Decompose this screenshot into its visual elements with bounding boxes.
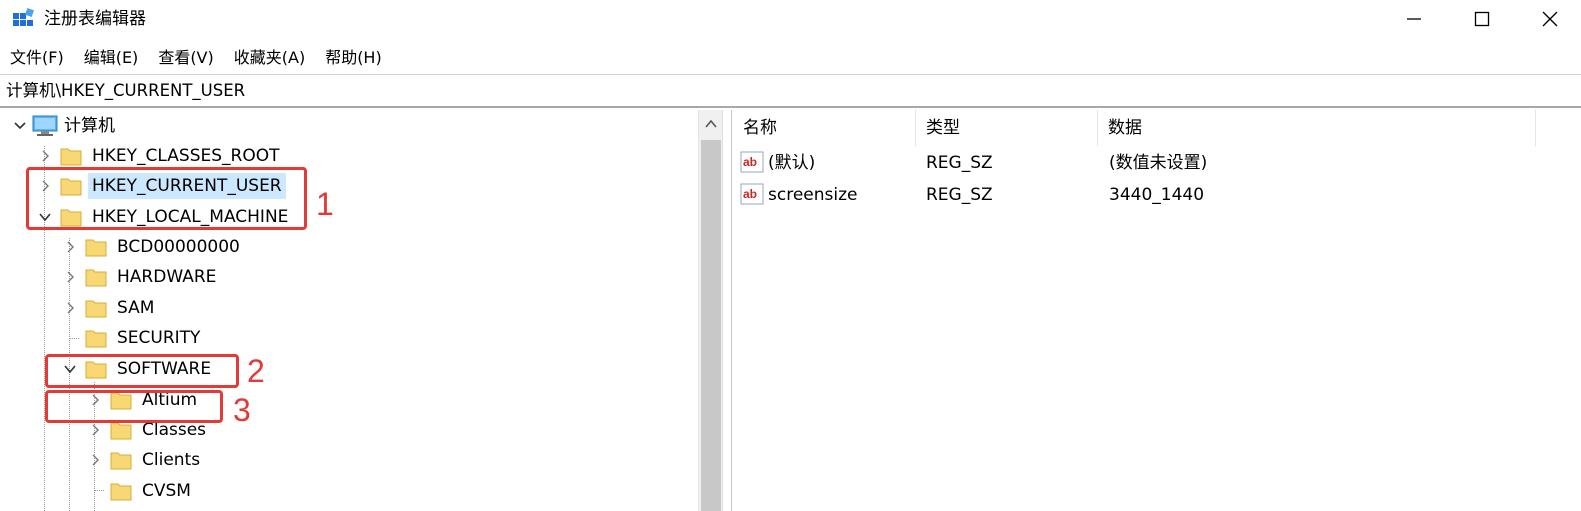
- tree-item[interactable]: CVSM: [110, 476, 195, 506]
- annotation-box-2: [45, 354, 239, 388]
- value-data: 3440_1440: [1109, 185, 1205, 205]
- tree-scrollbar[interactable]: [698, 110, 722, 511]
- chevron-down-icon[interactable]: [12, 118, 28, 134]
- tree-item-computer[interactable]: 计算机: [12, 111, 119, 141]
- column-header-name[interactable]: 名称: [733, 110, 916, 146]
- tree-label: SECURITY: [117, 328, 201, 348]
- chevron-right-icon[interactable]: [63, 270, 77, 284]
- folder-icon: [85, 300, 107, 318]
- tree-label: BCD00000000: [117, 237, 240, 257]
- annotation-number-3: 3: [233, 392, 251, 428]
- string-value-icon: ab: [740, 183, 764, 205]
- minimize-button[interactable]: [1380, 0, 1448, 38]
- folder-icon: [85, 269, 107, 287]
- menu-file[interactable]: 文件(F): [0, 44, 74, 72]
- tree-label: HARDWARE: [117, 267, 217, 287]
- scroll-up-button[interactable]: [699, 110, 723, 138]
- value-name: (默认): [768, 153, 816, 173]
- close-icon: [1542, 11, 1558, 27]
- annotation-number-2: 2: [247, 353, 265, 389]
- folder-icon: [110, 483, 132, 501]
- svg-text:ab: ab: [743, 155, 757, 169]
- chevron-up-icon: [705, 119, 717, 128]
- chevron-right-icon[interactable]: [88, 423, 102, 437]
- maximize-button[interactable]: [1448, 0, 1516, 38]
- string-value-icon: ab: [740, 151, 764, 173]
- tree-item[interactable]: Clients: [88, 445, 204, 475]
- tree-item[interactable]: SAM: [63, 293, 158, 323]
- tree-label: CVSM: [142, 481, 191, 501]
- tree-connector: [69, 338, 79, 339]
- tree-label: HKEY_CLASSES_ROOT: [92, 146, 280, 166]
- value-type: REG_SZ: [926, 185, 993, 205]
- value-row[interactable]: ab screensize REG_SZ 3440_1440: [733, 179, 1536, 211]
- annotation-number-1: 1: [316, 186, 334, 222]
- computer-icon: [32, 115, 58, 136]
- tree-connector: [94, 490, 104, 491]
- tree-item[interactable]: BCD00000000: [63, 232, 244, 262]
- value-data: (数值未设置): [1109, 153, 1208, 173]
- title-bar: 注册表编辑器: [0, 0, 1581, 38]
- chevron-right-icon[interactable]: [88, 453, 102, 467]
- registry-editor-icon: [13, 8, 34, 26]
- folder-icon: [85, 239, 107, 257]
- folder-icon: [110, 452, 132, 470]
- pane-splitter[interactable]: [722, 110, 732, 511]
- folder-icon: [60, 148, 82, 166]
- tree-item[interactable]: SECURITY: [85, 323, 204, 353]
- menu-favorites[interactable]: 收藏夹(A): [224, 44, 315, 72]
- menu-bar: 文件(F) 编辑(E) 查看(V) 收藏夹(A) 帮助(H): [0, 44, 392, 72]
- value-name: screensize: [768, 185, 858, 205]
- menu-help[interactable]: 帮助(H): [315, 44, 392, 72]
- close-button[interactable]: [1516, 0, 1581, 38]
- tree-label: 计算机: [64, 116, 115, 136]
- svg-text:ab: ab: [743, 187, 757, 201]
- maximize-icon: [1474, 11, 1490, 27]
- folder-icon: [110, 422, 132, 440]
- tree-label: Clients: [142, 450, 201, 470]
- address-path[interactable]: 计算机\HKEY_CURRENT_USER: [6, 79, 245, 103]
- value-row[interactable]: ab (默认) REG_SZ (数值未设置): [733, 147, 1536, 179]
- column-header-data[interactable]: 数据: [1098, 110, 1536, 146]
- scrollbar-thumb[interactable]: [701, 140, 721, 511]
- column-header-type[interactable]: 类型: [916, 110, 1098, 146]
- annotation-box-3: [45, 390, 223, 423]
- tree-item[interactable]: HARDWARE: [63, 262, 220, 292]
- menu-edit[interactable]: 编辑(E): [74, 44, 149, 72]
- menu-view[interactable]: 查看(V): [148, 44, 223, 72]
- chevron-right-icon[interactable]: [38, 149, 52, 163]
- chevron-right-icon[interactable]: [63, 240, 77, 254]
- address-bar[interactable]: 计算机\HKEY_CURRENT_USER: [0, 74, 1581, 108]
- chevron-right-icon[interactable]: [63, 301, 77, 315]
- folder-icon: [85, 330, 107, 348]
- minimize-icon: [1407, 18, 1421, 20]
- tree-label: SAM: [117, 298, 155, 318]
- value-type: REG_SZ: [926, 153, 993, 173]
- window-title: 注册表编辑器: [44, 9, 146, 29]
- values-pane: 名称 类型 数据 ab (默认) REG_SZ (数值未设置) ab scree…: [733, 110, 1581, 511]
- annotation-box-1: [26, 167, 307, 230]
